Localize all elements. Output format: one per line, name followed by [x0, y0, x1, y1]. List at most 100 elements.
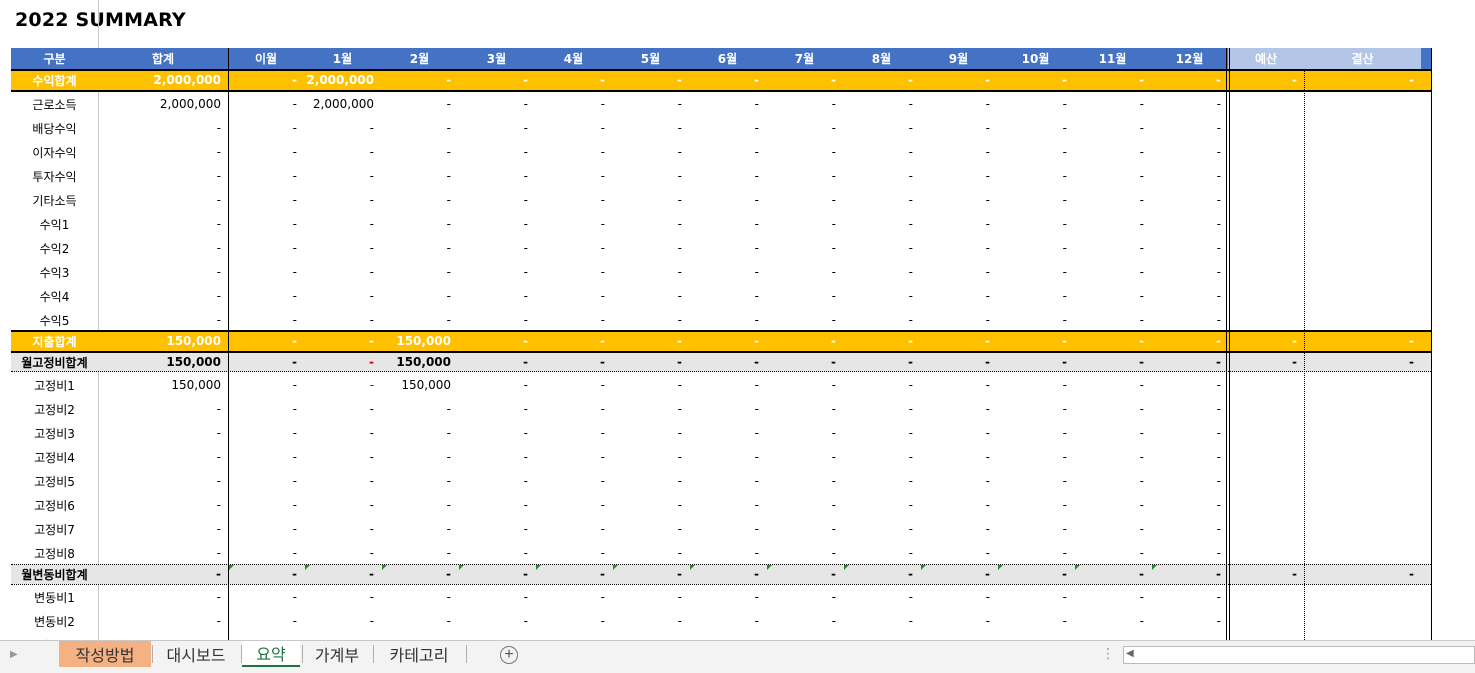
value-cell[interactable]: - — [535, 517, 612, 541]
value-cell[interactable]: - — [98, 188, 228, 212]
value-cell[interactable]: - — [920, 308, 997, 332]
value-cell[interactable]: - — [381, 493, 458, 517]
value-cell[interactable]: - — [689, 541, 766, 565]
row-label[interactable]: 고정비5 — [11, 469, 98, 493]
value-cell[interactable]: - — [997, 92, 1074, 116]
value-cell[interactable]: - — [1151, 331, 1228, 351]
value-cell[interactable]: - — [1074, 92, 1151, 116]
value-cell[interactable]: - — [535, 352, 612, 372]
value-cell[interactable]: - — [98, 116, 228, 140]
value-cell[interactable]: - — [535, 541, 612, 565]
value-cell[interactable]: - — [1074, 609, 1151, 633]
value-cell[interactable]: - — [689, 373, 766, 397]
value-cell[interactable]: 150,000 — [381, 373, 458, 397]
header-cell[interactable]: 12월 — [1151, 48, 1228, 69]
value-cell[interactable]: - — [381, 164, 458, 188]
value-cell[interactable]: - — [766, 445, 843, 469]
value-cell[interactable] — [1304, 397, 1421, 421]
value-cell[interactable]: - — [304, 373, 381, 397]
value-cell[interactable] — [1304, 469, 1421, 493]
value-cell[interactable]: - — [920, 188, 997, 212]
value-cell[interactable]: - — [920, 70, 997, 90]
value-cell[interactable]: - — [98, 308, 228, 332]
value-cell[interactable]: - — [689, 493, 766, 517]
value-cell[interactable]: - — [997, 236, 1074, 260]
value-cell[interactable]: - — [920, 609, 997, 633]
value-cell[interactable]: - — [689, 236, 766, 260]
value-cell[interactable]: - — [766, 609, 843, 633]
value-cell[interactable] — [1228, 541, 1304, 565]
value-cell[interactable] — [1228, 116, 1304, 140]
value-cell[interactable]: - — [381, 445, 458, 469]
value-cell[interactable]: - — [535, 308, 612, 332]
value-cell[interactable] — [1228, 260, 1304, 284]
value-cell[interactable] — [1304, 585, 1421, 609]
value-cell[interactable]: - — [612, 541, 689, 565]
value-cell[interactable] — [1304, 188, 1421, 212]
value-cell[interactable]: - — [766, 308, 843, 332]
value-cell[interactable]: - — [1074, 284, 1151, 308]
value-cell[interactable]: - — [843, 92, 920, 116]
value-cell[interactable]: - — [535, 188, 612, 212]
add-sheet-button[interactable]: + — [500, 646, 518, 664]
value-cell[interactable]: - — [766, 564, 843, 584]
value-cell[interactable]: - — [689, 116, 766, 140]
value-cell[interactable]: - — [689, 70, 766, 90]
value-cell[interactable] — [1228, 188, 1304, 212]
value-cell[interactable]: - — [766, 260, 843, 284]
value-cell[interactable]: 2,000,000 — [98, 92, 228, 116]
value-cell[interactable]: - — [98, 236, 228, 260]
row-label[interactable]: 기타소득 — [11, 188, 98, 212]
value-cell[interactable]: - — [304, 352, 381, 372]
value-cell[interactable]: - — [458, 212, 535, 236]
value-cell[interactable]: - — [766, 236, 843, 260]
value-cell[interactable]: - — [1151, 421, 1228, 445]
row-label[interactable]: 수익4 — [11, 284, 98, 308]
value-cell[interactable]: - — [920, 331, 997, 351]
value-cell[interactable]: - — [304, 331, 381, 351]
value-cell[interactable]: - — [612, 284, 689, 308]
value-cell[interactable]: - — [612, 140, 689, 164]
value-cell[interactable]: 2,000,000 — [304, 70, 381, 90]
value-cell[interactable]: - — [228, 331, 304, 351]
header-cell[interactable]: 7월 — [766, 48, 843, 69]
value-cell[interactable]: - — [920, 517, 997, 541]
value-cell[interactable] — [1228, 517, 1304, 541]
value-cell[interactable]: - — [920, 564, 997, 584]
value-cell[interactable]: - — [98, 140, 228, 164]
value-cell[interactable] — [1304, 212, 1421, 236]
value-cell[interactable]: - — [535, 260, 612, 284]
value-cell[interactable]: - — [98, 260, 228, 284]
value-cell[interactable]: - — [843, 140, 920, 164]
value-cell[interactable]: - — [689, 284, 766, 308]
value-cell[interactable]: - — [458, 308, 535, 332]
value-cell[interactable] — [1304, 517, 1421, 541]
header-cell[interactable]: 2월 — [381, 48, 458, 69]
value-cell[interactable] — [1304, 260, 1421, 284]
horizontal-scrollbar[interactable] — [1123, 646, 1475, 664]
value-cell[interactable]: - — [381, 585, 458, 609]
value-cell[interactable] — [1228, 92, 1304, 116]
value-cell[interactable]: - — [766, 140, 843, 164]
value-cell[interactable]: - — [766, 284, 843, 308]
value-cell[interactable]: - — [304, 469, 381, 493]
value-cell[interactable]: - — [1074, 352, 1151, 372]
value-cell[interactable]: - — [843, 493, 920, 517]
value-cell[interactable] — [1304, 308, 1421, 332]
row-label[interactable]: 고정비6 — [11, 493, 98, 517]
value-cell[interactable]: - — [766, 373, 843, 397]
row-label[interactable]: 고정비8 — [11, 541, 98, 565]
value-cell[interactable]: - — [1074, 188, 1151, 212]
header-cell[interactable]: 6월 — [689, 48, 766, 69]
value-cell[interactable]: - — [458, 92, 535, 116]
value-cell[interactable]: - — [612, 373, 689, 397]
value-cell[interactable] — [1228, 164, 1304, 188]
row-label[interactable]: 변동비2 — [11, 609, 98, 633]
value-cell[interactable]: - — [1074, 212, 1151, 236]
value-cell[interactable]: - — [1228, 564, 1304, 584]
row-label[interactable]: 수익3 — [11, 260, 98, 284]
value-cell[interactable]: - — [1304, 352, 1421, 372]
value-cell[interactable]: - — [228, 373, 304, 397]
value-cell[interactable]: - — [1151, 188, 1228, 212]
value-cell[interactable]: - — [381, 236, 458, 260]
